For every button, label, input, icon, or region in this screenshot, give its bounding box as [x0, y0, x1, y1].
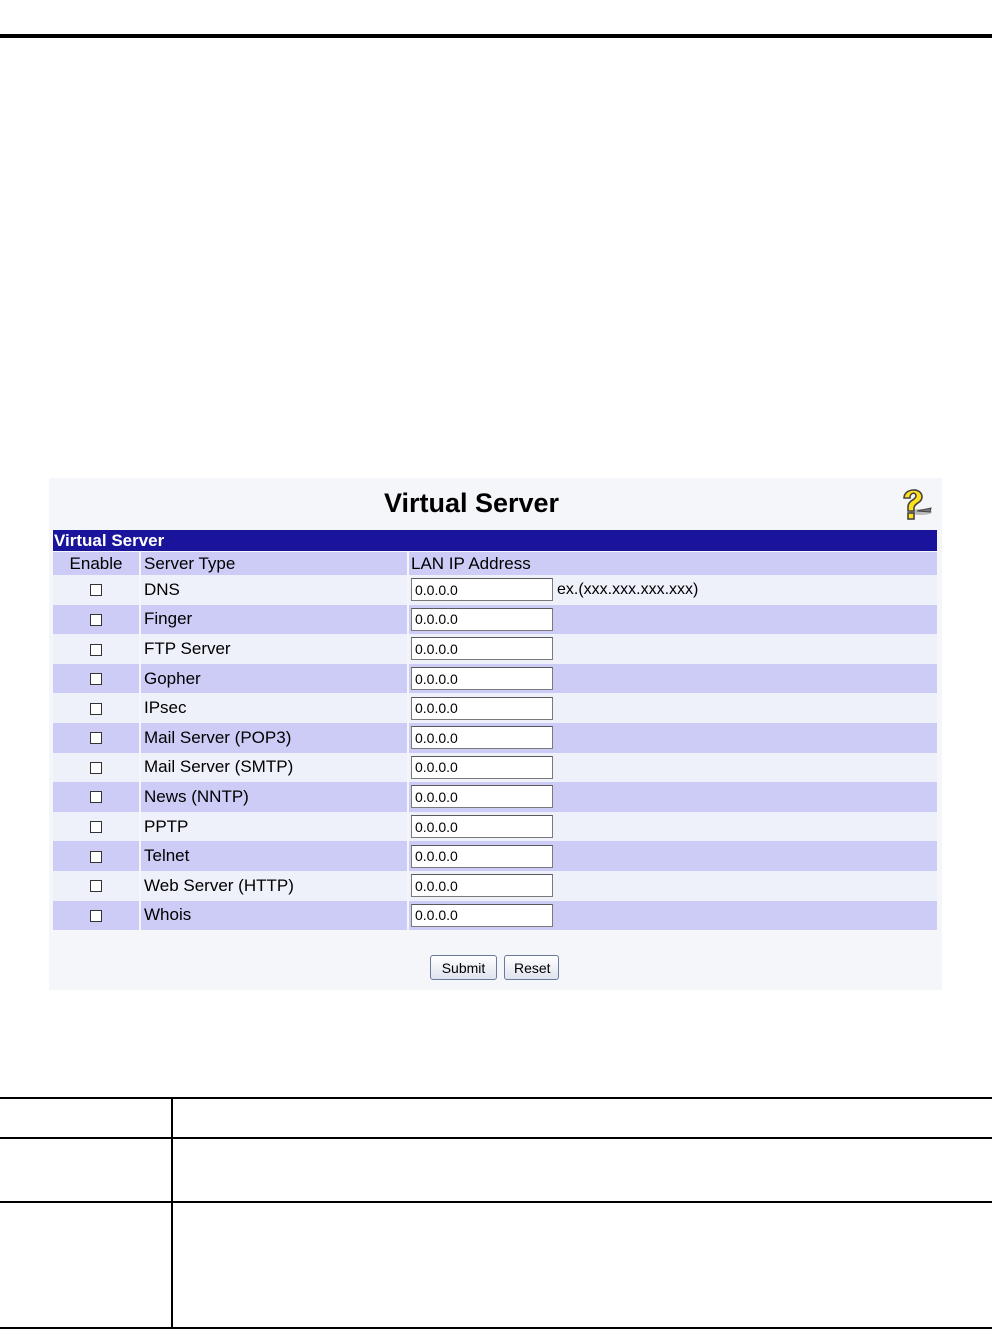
server-type-label: Finger — [139, 604, 408, 635]
help-question-icon[interactable] — [895, 484, 935, 524]
enable-checkbox[interactable] — [90, 732, 102, 745]
server-type-label: Web Server (HTTP) — [139, 870, 408, 901]
table-row: Telnet — [53, 841, 937, 871]
enable-cell — [53, 752, 140, 783]
lan-ip-input[interactable] — [411, 607, 553, 631]
server-type-label: Telnet — [139, 841, 408, 871]
table-row: Mail Server (SMTP) — [53, 752, 937, 783]
enable-cell — [53, 634, 140, 664]
lan-ip-input[interactable] — [411, 637, 553, 661]
lan-ip-input[interactable] — [411, 755, 553, 779]
lan-ip-cell — [407, 634, 937, 664]
lan-ip-cell — [407, 604, 937, 635]
table-row: DNS ex.(xxx.xxx.xxx.xxx) — [53, 575, 937, 605]
enable-cell — [53, 722, 140, 753]
lan-ip-input[interactable] — [411, 578, 553, 602]
lan-ip-cell — [407, 811, 937, 842]
enable-checkbox[interactable] — [90, 761, 102, 774]
enable-checkbox[interactable] — [90, 821, 102, 834]
lan-ip-cell — [407, 752, 937, 783]
table-row: Whois — [53, 900, 937, 931]
ip-format-hint: ex.(xxx.xxx.xxx.xxx) — [557, 580, 699, 598]
lan-ip-input[interactable] — [411, 903, 553, 927]
enable-cell — [53, 663, 140, 694]
table-rule — [0, 1097, 992, 1099]
lan-ip-input[interactable] — [411, 785, 553, 809]
lan-ip-input[interactable] — [411, 815, 553, 839]
server-type-label: Whois — [139, 900, 408, 931]
lan-ip-cell — [407, 782, 937, 812]
enable-checkbox[interactable] — [90, 850, 102, 863]
page-title: Virtual Server — [383, 488, 560, 518]
lan-ip-cell — [407, 693, 937, 723]
enable-checkbox[interactable] — [90, 909, 102, 922]
enable-checkbox[interactable] — [90, 643, 102, 656]
server-type-label: PPTP — [139, 811, 408, 842]
table-row: IPsec — [53, 693, 937, 723]
lan-ip-input[interactable] — [411, 696, 553, 720]
enable-column-header: Enable — [53, 552, 140, 575]
lan-ip-cell — [407, 870, 937, 901]
table-rule — [0, 1137, 992, 1139]
lan-ip-input[interactable] — [411, 874, 553, 898]
reset-button[interactable]: Reset — [504, 955, 559, 980]
server-type-label: DNS — [139, 575, 408, 605]
lan-ip-cell — [407, 663, 937, 694]
server-type-label: News (NNTP) — [139, 782, 408, 812]
table-row: PPTP — [53, 811, 937, 842]
table-row: Gopher — [53, 663, 937, 694]
table-row: Web Server (HTTP) — [53, 870, 937, 901]
enable-cell — [53, 841, 140, 871]
lan-ip-input[interactable] — [411, 667, 553, 691]
enable-cell — [53, 604, 140, 635]
lan-ip-column-header: LAN IP Address — [407, 552, 937, 575]
table-row: Mail Server (POP3) — [53, 722, 937, 753]
submit-button[interactable]: Submit — [430, 955, 497, 980]
enable-cell — [53, 811, 140, 842]
server-type-label: Mail Server (SMTP) — [139, 752, 408, 783]
enable-cell — [53, 693, 140, 723]
server-type-label: Gopher — [139, 663, 408, 694]
lan-ip-cell — [407, 841, 937, 871]
table-rule — [0, 1201, 992, 1203]
virtual-server-table: Enable Server Type LAN IP Address DNS ex.… — [53, 552, 937, 931]
lan-ip-cell: ex.(xxx.xxx.xxx.xxx) — [407, 575, 937, 605]
enable-checkbox[interactable] — [90, 702, 102, 715]
enable-checkbox[interactable] — [90, 880, 102, 893]
server-type-label: Mail Server (POP3) — [139, 722, 408, 753]
table-column-divider — [171, 1097, 173, 1329]
virtual-server-panel: Virtual Server Virtual Server Enable Ser… — [49, 478, 942, 990]
enable-checkbox[interactable] — [90, 613, 102, 626]
enable-checkbox[interactable] — [90, 791, 102, 804]
lan-ip-input[interactable] — [411, 844, 553, 868]
description-table — [0, 1097, 992, 1329]
lan-ip-cell — [407, 722, 937, 753]
table-row: FTP Server — [53, 634, 937, 664]
enable-cell — [53, 575, 140, 605]
table-row: Finger — [53, 604, 937, 635]
enable-checkbox[interactable] — [90, 673, 102, 686]
enable-checkbox[interactable] — [90, 584, 102, 597]
enable-cell — [53, 782, 140, 812]
section-header: Virtual Server — [53, 530, 937, 551]
server-type-column-header: Server Type — [139, 552, 408, 575]
table-row: News (NNTP) — [53, 782, 937, 812]
table-header-row: Enable Server Type LAN IP Address — [53, 552, 937, 575]
enable-cell — [53, 870, 140, 901]
enable-cell — [53, 900, 140, 931]
lan-ip-cell — [407, 900, 937, 931]
lan-ip-input[interactable] — [411, 726, 553, 750]
top-rule — [0, 34, 992, 38]
server-type-label: FTP Server — [139, 634, 408, 664]
server-type-label: IPsec — [139, 693, 408, 723]
